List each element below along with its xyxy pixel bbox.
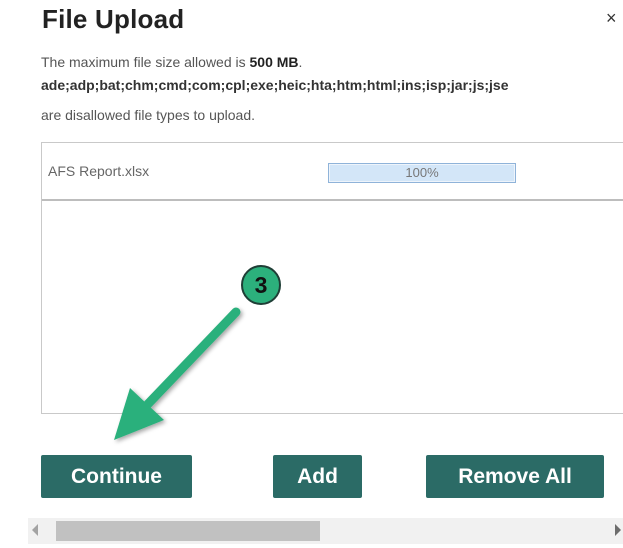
max-size-suffix: .	[298, 54, 303, 70]
progress-label: 100%	[405, 165, 439, 180]
file-list: AFS Report.xlsx 100%	[41, 142, 623, 414]
file-name: AFS Report.xlsx	[48, 163, 150, 179]
dialog-title: File Upload	[42, 4, 185, 34]
scroll-right-arrow-icon[interactable]	[615, 524, 621, 536]
disallowed-types-note: are disallowed file types to upload.	[41, 107, 256, 123]
add-button[interactable]: Add	[273, 455, 362, 498]
close-icon[interactable]: ×	[606, 8, 617, 29]
file-upload-dialog: File Upload × The maximum file size allo…	[0, 0, 623, 548]
remove-all-button[interactable]: Remove All	[426, 455, 604, 498]
upload-progress-bar: 100%	[328, 163, 516, 183]
max-size-text: The maximum file size allowed is 500 MB.	[41, 54, 302, 70]
scrollbar-thumb[interactable]	[56, 521, 320, 541]
max-size-prefix: The maximum file size allowed is	[41, 54, 250, 70]
file-row[interactable]: AFS Report.xlsx 100%	[42, 143, 623, 201]
scroll-left-arrow-icon[interactable]	[32, 524, 38, 536]
step-number-badge: 3	[241, 265, 281, 305]
horizontal-scrollbar[interactable]	[28, 518, 623, 544]
disallowed-types-list: ade;adp;bat;chm;cmd;com;cpl;exe;heic;hta…	[41, 77, 509, 93]
continue-button[interactable]: Continue	[41, 455, 192, 498]
max-size-value: 500 MB	[249, 54, 299, 70]
